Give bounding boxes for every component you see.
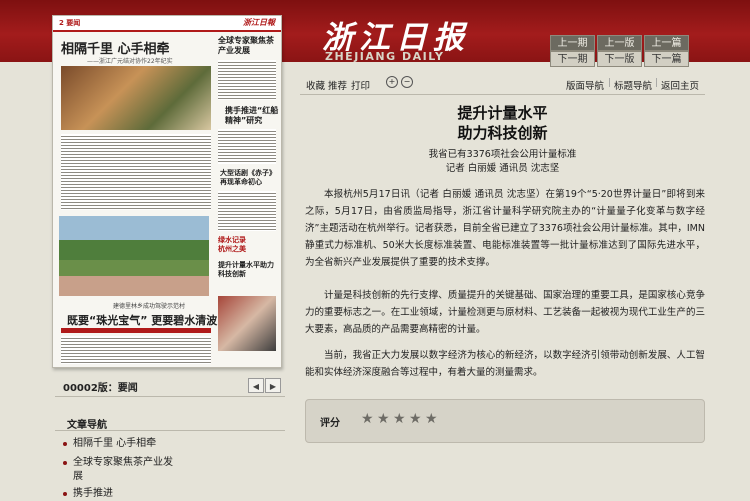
recommend-link[interactable]: 推荐 (328, 78, 347, 92)
title-nav-link[interactable]: 标题导航 (614, 78, 652, 92)
article-toolbar: 收藏 推荐 打印 + − 版面导航 | 标题导航 | 返回主页 (300, 70, 705, 95)
article-nav-item-label: 相隔千里 心手相牵 (73, 438, 157, 449)
collect-link[interactable]: 收藏 (306, 78, 325, 92)
thumbnail-headline-2[interactable]: 既要“珠光宝气” 更要碧水清波 (67, 312, 217, 328)
thumbnail-photo-1 (61, 66, 211, 130)
thumbnail-headline-right-1[interactable]: 全球专家聚焦茶产业发展 (218, 36, 278, 56)
bullet-icon (63, 461, 67, 465)
article-paragraph-2: 计量是科技创新的先行支撑、质量提升的关键基础、国家治理的重要工具，是国家核心竞争… (305, 290, 705, 335)
thumbnail-page-num: 2 要闻 (59, 19, 81, 27)
thumbnail-text-block (218, 60, 276, 100)
thumbnail-caption: 建德里林乡成功驾驶示范村 (113, 303, 186, 310)
zoom-out-icon[interactable]: − (401, 76, 413, 88)
logo-english: ZHEJIANG DAILY (325, 50, 445, 63)
next-page-button[interactable]: 下一版 (597, 51, 642, 67)
next-article-button[interactable]: 下一篇 (644, 51, 689, 67)
left-panel: 2 要闻 浙江日報 相隔千里 心手相牵 ——浙江广元结对协作22年纪实 全球专家… (0, 0, 290, 499)
rating-label: 评分 (320, 418, 340, 429)
next-page-arrow-icon[interactable]: ▶ (265, 378, 281, 393)
thumbnail-photo-2 (59, 216, 209, 296)
next-issue-button[interactable]: 下一期 (550, 51, 595, 67)
print-link[interactable]: 打印 (351, 78, 370, 92)
article-subtitle: 我省已有3376项社会公用计量标准 (428, 149, 577, 160)
star-icon[interactable]: ★ (377, 411, 390, 427)
prev-page-arrow-icon[interactable]: ◀ (248, 378, 264, 393)
page-bar: 00002版：要闻 ◀ ▶ (55, 378, 285, 397)
thumbnail-subline: ——浙江广元结对协作22年纪实 (87, 58, 173, 65)
star-icon[interactable]: ★ (425, 411, 438, 427)
prev-page-button[interactable]: 上一版 (597, 35, 642, 51)
article-nav-list: 相隔千里 心手相牵 全球专家聚焦茶产业发展 携手推进 (55, 430, 285, 500)
thumbnail-header: 2 要闻 浙江日報 (53, 16, 281, 32)
thumbnail-headline-1[interactable]: 相隔千里 心手相牵 (61, 38, 211, 57)
thumbnail-text-block (218, 191, 276, 231)
thumbnail-headline-right-4[interactable]: 绿水记录杭州之美 (218, 236, 248, 254)
article-nav-item[interactable]: 相隔千里 心手相牵 (63, 437, 273, 451)
article-nav-item-label: 全球专家聚焦茶产业发展 (73, 457, 173, 482)
star-icon[interactable]: ★ (393, 411, 406, 427)
thumbnail-text-block (218, 129, 276, 164)
separator: | (655, 78, 659, 88)
thumbnail-headline-right-2[interactable]: 携手推进“红船精神”研究 (225, 106, 280, 126)
thumbnail-headline-right-5[interactable]: 提升计量水平助力科技创新 (218, 261, 278, 279)
zoom-in-icon[interactable]: + (386, 76, 398, 88)
article-title-line-2: 助力科技创新 (457, 124, 548, 142)
article-byline: 记者 白丽媛 通讯员 沈志坚 (445, 163, 560, 174)
thumbnail-headline-right-3[interactable]: 大型话剧《赤子》再现革命初心 (220, 169, 278, 187)
thumbnail-logo: 浙江日報 (243, 18, 275, 27)
thumbnail-text-block (61, 134, 211, 210)
star-icon[interactable]: ★ (409, 411, 422, 427)
page-nav-link[interactable]: 版面导航 (566, 78, 604, 92)
article-nav-title: 文章导航 (67, 420, 107, 431)
article-nav-item[interactable]: 全球专家聚焦茶产业发展 (63, 456, 173, 484)
star-icon[interactable]: ★ (361, 411, 374, 427)
separator: | (608, 78, 612, 88)
page-thumbnail[interactable]: 2 要闻 浙江日報 相隔千里 心手相牵 ——浙江广元结对协作22年纪实 全球专家… (52, 15, 282, 368)
article-title-line-1: 提升计量水平 (457, 104, 548, 122)
article-nav-item-label: 携手推进 (73, 488, 113, 499)
bullet-icon (63, 492, 67, 496)
thumbnail-red-rule (61, 328, 211, 333)
thumbnail-photo-3 (218, 296, 276, 351)
prev-issue-button[interactable]: 上一期 (550, 35, 595, 51)
page-label: 00002版：要闻 (63, 383, 138, 394)
rating-box: 评分 ★ ★ ★ ★ ★ (305, 399, 705, 443)
thumbnail-text-block (61, 336, 211, 364)
prev-article-button[interactable]: 上一篇 (644, 35, 689, 51)
article-paragraph-1: 本报杭州5月17日讯（记者 白丽媛 通讯员 沈志坚）在第19个“5·20世界计量… (305, 189, 705, 268)
article-paragraph-3: 当前，我省正大力发展以数字经济为核心的新经济，以数字经济引领带动创新发展、人工智… (305, 350, 705, 378)
home-link[interactable]: 返回主页 (661, 78, 699, 92)
bullet-icon (63, 442, 67, 446)
